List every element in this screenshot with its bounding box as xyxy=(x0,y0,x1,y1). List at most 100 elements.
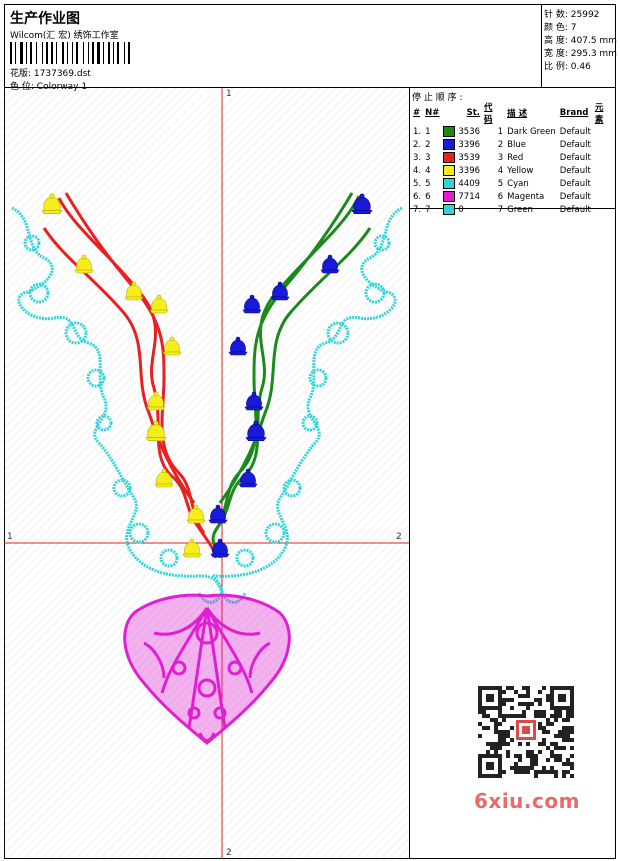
company-name: Wilcom(汇 宏) 绣饰工作室 xyxy=(10,31,119,41)
row-element xyxy=(593,203,616,216)
row-n: 6 xyxy=(425,191,431,202)
row-desc: Cyan xyxy=(507,178,529,189)
row-element xyxy=(593,177,616,190)
row-n: 1 xyxy=(425,126,431,137)
row-desc: Magenta xyxy=(507,191,545,202)
embroidery-design-area: 1 2 1 2 xyxy=(4,88,410,859)
barcode-bar xyxy=(62,42,64,64)
stat-stitches: 针 数: 25992 xyxy=(544,10,600,20)
stitch-count: 3396 xyxy=(458,140,481,150)
col-header-index: # xyxy=(413,108,421,118)
legend-row: 6. 6 7714 6 Magenta Default xyxy=(411,190,616,203)
barcode-bar xyxy=(74,42,75,64)
row-code: 6 xyxy=(497,191,504,202)
legend-row: 5. 5 4409 5 Cyan Default xyxy=(411,177,616,190)
row-code: 4 xyxy=(497,165,504,176)
color-swatch xyxy=(443,152,456,163)
file-name: 1737369.dst xyxy=(33,69,91,79)
legend-header-row: # N# St. 代 码 描 述 Brand 元 素 xyxy=(411,101,616,125)
barcode-bar xyxy=(36,42,37,64)
barcode-bar xyxy=(108,42,110,64)
file-line: 花版: 1737369.dst xyxy=(10,66,91,79)
barcode-bar xyxy=(85,42,87,64)
row-n: 5 xyxy=(425,178,431,189)
row-brand: Default xyxy=(559,191,591,202)
barcode-bar xyxy=(103,42,104,64)
legend-row: 2. 2 3396 2 Blue Default xyxy=(411,138,616,151)
barcode-bar xyxy=(20,42,23,64)
barcode-bar xyxy=(33,42,35,64)
barcode-bar xyxy=(67,42,68,64)
barcode-bar xyxy=(17,42,19,64)
page-title: 生产作业图 xyxy=(10,11,80,27)
barcode-bar xyxy=(15,42,16,64)
row-desc: Dark Green xyxy=(507,126,556,137)
magenta-fan-fill xyxy=(124,595,290,743)
barcode-bar xyxy=(65,42,66,64)
row-stitches: 3539 xyxy=(441,151,482,164)
row-n: 3 xyxy=(425,152,431,163)
barcode-bar xyxy=(54,42,55,64)
barcode-bar xyxy=(49,42,50,64)
barcode-bar xyxy=(46,42,48,64)
row-desc: Yellow xyxy=(507,165,534,176)
row-stitches: 0 xyxy=(441,203,482,216)
barcode-bar xyxy=(128,42,130,64)
row-index: 5. xyxy=(413,178,422,189)
row-brand: Default xyxy=(559,139,591,150)
barcode-bar xyxy=(26,42,27,64)
legend-table: # N# St. 代 码 描 述 Brand 元 素 1. 1 3536 1 Dark … xyxy=(411,101,616,216)
axis-label-left: 1 xyxy=(7,532,13,542)
barcode-bar xyxy=(83,42,84,64)
stitch-count: 3536 xyxy=(458,127,481,137)
barcode-bar xyxy=(72,42,73,64)
barcode-bar xyxy=(28,42,29,64)
row-stitches: 3396 xyxy=(441,138,482,151)
color-swatch xyxy=(443,139,456,150)
red-vine xyxy=(42,192,218,559)
stat-scale: 比 例: 0.46 xyxy=(544,62,591,72)
axis-label-bottom: 2 xyxy=(226,848,232,858)
barcode-bar xyxy=(42,42,43,64)
green-vine xyxy=(211,192,372,559)
row-desc: Green xyxy=(507,204,533,215)
col-header-element: 元 素 xyxy=(594,103,604,125)
row-index: 1. xyxy=(413,126,422,137)
row-code: 5 xyxy=(497,178,504,189)
stat-colors: 颜 色: 7 xyxy=(544,23,577,33)
col-header-desc: 描 述 xyxy=(507,109,528,119)
row-element xyxy=(593,164,616,177)
barcode-bar xyxy=(13,42,14,64)
color-swatch xyxy=(443,165,456,176)
legend-row: 7. 7 0 7 Green Default xyxy=(411,203,616,216)
barcode-bar xyxy=(69,42,71,64)
barcode-bar xyxy=(126,42,127,64)
stitch-count: 3396 xyxy=(458,166,481,176)
row-n: 7 xyxy=(425,204,431,215)
legend-row: 4. 4 3396 4 Yellow Default xyxy=(411,164,616,177)
barcode-bar xyxy=(38,42,41,64)
barcode-bar xyxy=(24,42,25,64)
barcode-bar xyxy=(56,42,57,64)
axis-label-right: 2 xyxy=(396,532,402,542)
barcode-bar xyxy=(51,42,53,64)
row-code: 1 xyxy=(497,126,504,137)
blue-bell-flowers xyxy=(208,193,373,558)
barcode-bar xyxy=(97,42,100,64)
color-swatch xyxy=(443,204,456,215)
row-brand: Default xyxy=(559,152,591,163)
row-code: 2 xyxy=(497,139,504,150)
axis-label-top: 1 xyxy=(226,89,232,99)
barcode-bar xyxy=(105,42,107,64)
barcode-bar xyxy=(113,42,114,64)
col-header-stitches: St. xyxy=(466,108,481,118)
col-header-n: N# xyxy=(425,108,440,118)
col-header-brand: Brand xyxy=(559,108,589,118)
row-stitches: 7714 xyxy=(441,190,482,203)
stitch-count: 7714 xyxy=(458,192,481,202)
barcode-bar xyxy=(79,42,82,64)
row-brand: Default xyxy=(559,126,591,137)
row-element xyxy=(593,190,616,203)
row-element xyxy=(593,138,616,151)
barcode-bar xyxy=(124,42,125,64)
